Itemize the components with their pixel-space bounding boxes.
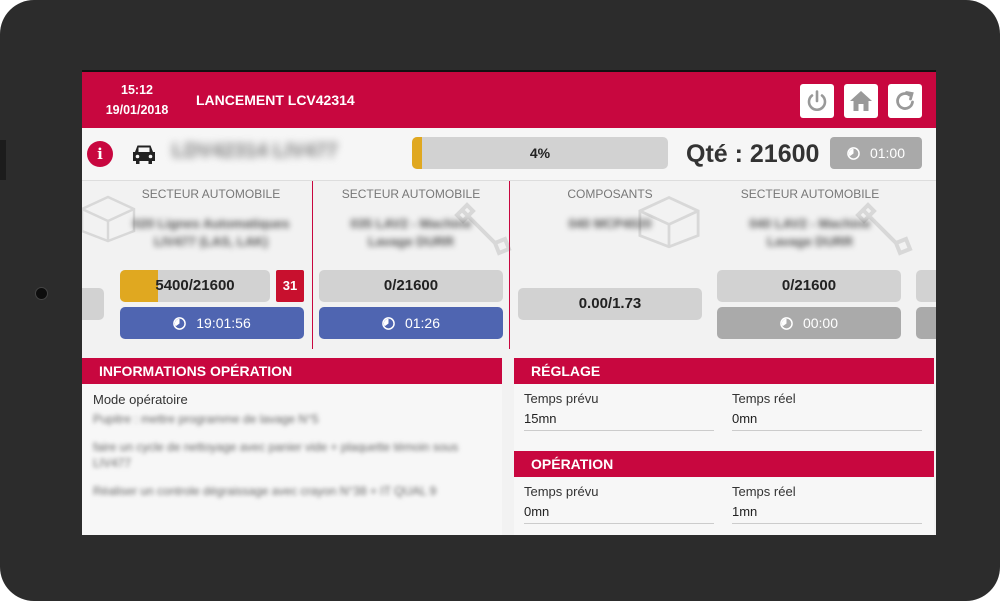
card-category: SECTEUR AUTOMOBILE	[740, 187, 880, 201]
operation-reel-field: Temps réel 1mn	[732, 477, 922, 524]
main-timer-button[interactable]: 01:00	[830, 137, 922, 169]
operation-card[interactable]: SECTEUR AUTOMOBILE 040 LAV2 - Machine La…	[710, 181, 913, 349]
timer-icon	[847, 146, 860, 160]
operation-card[interactable]: COMPOSANTS 040 MCP4020 0.00/1.73	[510, 181, 710, 349]
datetime: 15:12 19/01/2018	[82, 72, 192, 128]
partial-card-right-timer	[916, 307, 936, 339]
card-name: 035 LAV2 - Machine Lavage DURR	[350, 216, 472, 249]
app-screen: 15:12 19/01/2018 LANCEMENT LCV42314 i LD…	[82, 70, 936, 535]
operation-reel-label: Temps réel	[732, 484, 796, 499]
mode-line: faire un cycle de nettoyage avec panier …	[93, 440, 459, 470]
refresh-icon	[896, 91, 914, 110]
reglage-section: RÉGLAGE Temps prévu 15mn Temps réel 0mn	[514, 358, 934, 451]
home-button[interactable]	[844, 84, 878, 118]
card-quantity: 0/21600	[319, 270, 503, 302]
operation-prevu-value: 0mn	[524, 504, 714, 524]
card-quantity: 0/21600	[717, 270, 901, 302]
mode-label: Mode opératoire	[93, 392, 188, 407]
operation-info-panel: INFORMATIONS OPÉRATION Mode opératoire P…	[82, 358, 502, 535]
operation-card[interactable]: SECTEUR AUTOMOBILE 035 LAV2 - Machine La…	[313, 181, 512, 349]
card-timer-value: 00:00	[802, 315, 839, 331]
app-header: 15:12 19/01/2018 LANCEMENT LCV42314	[82, 72, 936, 128]
card-category: SECTEUR AUTOMOBILE	[141, 187, 281, 201]
times-panel: RÉGLAGE Temps prévu 15mn Temps réel 0mn …	[514, 358, 934, 535]
product-name: LDV42314 LIV477	[172, 140, 338, 162]
card-name: 020 Lignes Automatiques LIV477 (LAS, LAK…	[132, 216, 290, 249]
card-quantity-label: 0/21600	[781, 277, 837, 294]
reglage-reel-label: Temps réel	[732, 391, 796, 406]
info-icon[interactable]: i	[87, 141, 113, 167]
tablet-camera	[35, 287, 48, 300]
card-timer-button[interactable]: 19:01:56	[120, 307, 304, 339]
reglage-title: RÉGLAGE	[514, 358, 934, 384]
card-name: 040 MCP4020	[568, 216, 652, 231]
timer-icon	[382, 316, 395, 330]
header-time: 15:12	[121, 83, 153, 97]
refresh-button[interactable]	[888, 84, 922, 118]
operations-strip[interactable]: SECTEUR AUTOMOBILE 020 Lignes Automatiqu…	[82, 181, 936, 349]
card-quantity: 0.00/1.73	[518, 288, 702, 320]
operation-prevu-label: Temps prévu	[524, 484, 599, 499]
mode-line: Pupitre : mettre programme de lavage N°5	[93, 412, 319, 426]
car-icon	[133, 145, 155, 164]
timer-icon	[173, 316, 187, 330]
partial-card-right	[916, 270, 936, 302]
partial-card-left	[82, 288, 104, 320]
card-category: COMPOSANTS	[567, 187, 653, 201]
header-date: 19/01/2018	[105, 103, 169, 117]
card-name: 040 LAV2 - Machine Lavage DURR	[749, 216, 871, 249]
timer-icon	[780, 316, 793, 330]
operation-info-title: INFORMATIONS OPÉRATION	[82, 358, 502, 384]
operation-title: OPÉRATION	[514, 451, 934, 477]
card-timer-value: 01:26	[404, 315, 441, 331]
card-quantity-label: 0.00/1.73	[578, 295, 642, 312]
progress-bar: 4%	[412, 137, 668, 169]
operation-prevu-field: Temps prévu 0mn	[524, 477, 714, 524]
reglage-reel-value: 0mn	[732, 411, 922, 431]
card-timer-value: 19:01:56	[196, 315, 251, 331]
reglage-prevu-value: 15mn	[524, 411, 714, 431]
operation-fields: Temps prévu 0mn Temps réel 1mn	[514, 477, 934, 535]
operation-card[interactable]: SECTEUR AUTOMOBILE 020 Lignes Automatiqu…	[82, 181, 313, 349]
reglage-prevu-field: Temps prévu 15mn	[524, 384, 714, 431]
tablet-side-button	[0, 140, 6, 180]
operation-section: OPÉRATION Temps prévu 0mn Temps réel 1mn	[514, 451, 934, 535]
card-timer-button[interactable]: 00:00	[717, 307, 901, 339]
reglage-reel-field: Temps réel 0mn	[732, 384, 922, 431]
mode-line: Réaliser un controle dégraissage avec cr…	[93, 484, 437, 498]
quantity-label: Qté : 21600	[686, 140, 820, 168]
card-quantity-label: 5400/21600	[155, 277, 235, 294]
card-quantity-label: 0/21600	[383, 277, 439, 294]
power-icon	[807, 90, 827, 111]
progress-label: 4%	[529, 145, 551, 161]
card-timer-button[interactable]: 01:26	[319, 307, 503, 339]
card-quantity: 5400/21600	[120, 270, 270, 302]
power-button[interactable]	[800, 84, 834, 118]
card-category: SECTEUR AUTOMOBILE	[341, 187, 481, 201]
home-icon	[850, 91, 872, 111]
reglage-prevu-label: Temps prévu	[524, 391, 599, 406]
main-timer-value: 01:00	[869, 145, 906, 161]
card-badge: 31	[276, 270, 304, 302]
card-quantity-fill	[120, 270, 158, 302]
page-title: LANCEMENT LCV42314	[196, 92, 355, 108]
reglage-fields: Temps prévu 15mn Temps réel 0mn	[514, 384, 934, 451]
operation-reel-value: 1mn	[732, 504, 922, 524]
info-bar: i LDV42314 LIV477 4% Qté : 21600 01:00	[82, 128, 936, 181]
tablet-frame: 15:12 19/01/2018 LANCEMENT LCV42314 i LD…	[0, 0, 1000, 601]
